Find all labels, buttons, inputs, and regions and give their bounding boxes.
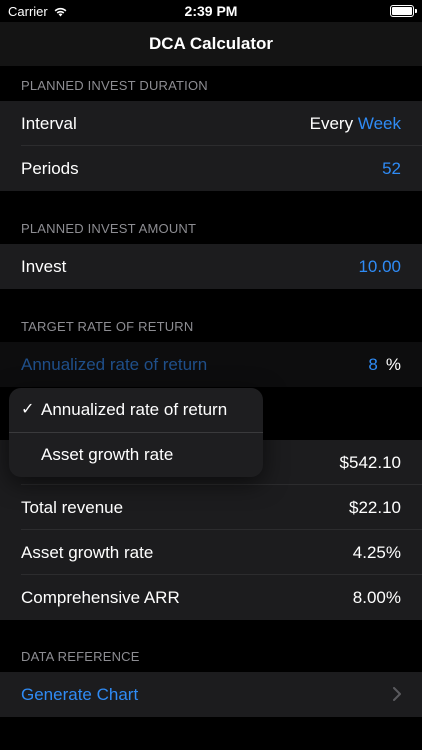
- comprehensive-arr-value: 8.00%: [352, 588, 401, 607]
- interval-row[interactable]: Interval Every Week: [0, 101, 422, 146]
- comprehensive-arr-row: Comprehensive ARR 8.00%: [0, 575, 422, 620]
- interval-unit-button[interactable]: Week: [358, 114, 401, 133]
- asset-growth-row: Asset growth rate 4.25%: [0, 530, 422, 575]
- section-header-amount-text: PLANNED INVEST AMOUNT: [21, 221, 197, 236]
- battery-icon: [390, 5, 417, 17]
- menu-item-label: Asset growth rate: [41, 445, 174, 464]
- invest-amount-input[interactable]: 10.00: [358, 244, 401, 289]
- status-time: 2:39 PM: [184, 3, 238, 19]
- section-header-rate-text: TARGET RATE OF RETURN: [21, 319, 194, 334]
- percent-unit: %: [385, 355, 401, 374]
- total-revenue-label: Total revenue: [21, 498, 124, 517]
- menu-item-annualized-rate[interactable]: ✓ Annualized rate of return: [9, 388, 263, 432]
- interval-every-text: Every: [309, 114, 354, 133]
- bottom-background: [0, 717, 422, 750]
- periods-input[interactable]: 52: [382, 146, 401, 191]
- section-header-duration-text: PLANNED INVEST DURATION: [21, 78, 208, 93]
- asset-growth-label: Asset growth rate: [21, 543, 154, 562]
- comprehensive-arr-label: Comprehensive ARR: [21, 588, 180, 607]
- section-header-reference: DATA REFERENCE: [0, 620, 422, 672]
- section-header-amount: PLANNED INVEST AMOUNT: [0, 191, 422, 244]
- rate-mode-row[interactable]: Annualized rate of return 8%: [0, 342, 422, 387]
- generate-chart-button[interactable]: Generate Chart: [21, 672, 138, 717]
- checkmark-icon: ✓: [21, 401, 35, 418]
- total-value: $542.10: [339, 453, 401, 472]
- interval-value-group[interactable]: Every Week: [310, 101, 401, 146]
- total-revenue-row: Total revenue $22.10: [0, 485, 422, 530]
- periods-row[interactable]: Periods 52: [0, 146, 422, 191]
- rate-value-group[interactable]: 8%: [368, 342, 401, 387]
- rate-mode-popup-menu: ✓ Annualized rate of return Asset growth…: [9, 388, 263, 477]
- interval-label: Interval: [21, 114, 77, 133]
- status-bar: Carrier 2:39 PM: [0, 0, 422, 22]
- asset-growth-value: 4.25%: [352, 543, 401, 562]
- section-header-rate: TARGET RATE OF RETURN: [0, 289, 422, 342]
- section-header-reference-text: DATA REFERENCE: [21, 649, 140, 664]
- menu-item-label: Annualized rate of return: [41, 400, 228, 419]
- invest-row[interactable]: Invest 10.00: [0, 244, 422, 289]
- rate-input[interactable]: 8: [368, 355, 377, 374]
- chevron-right-icon: [393, 687, 401, 701]
- section-header-duration: PLANNED INVEST DURATION: [0, 66, 422, 101]
- invest-label: Invest: [21, 257, 67, 276]
- periods-label: Periods: [21, 159, 79, 178]
- rate-mode-button[interactable]: Annualized rate of return: [21, 342, 207, 387]
- nav-title: DCA Calculator: [0, 22, 422, 66]
- menu-item-asset-growth-rate[interactable]: Asset growth rate: [9, 433, 263, 477]
- generate-chart-row[interactable]: Generate Chart: [0, 672, 422, 717]
- total-revenue-value: $22.10: [349, 498, 401, 517]
